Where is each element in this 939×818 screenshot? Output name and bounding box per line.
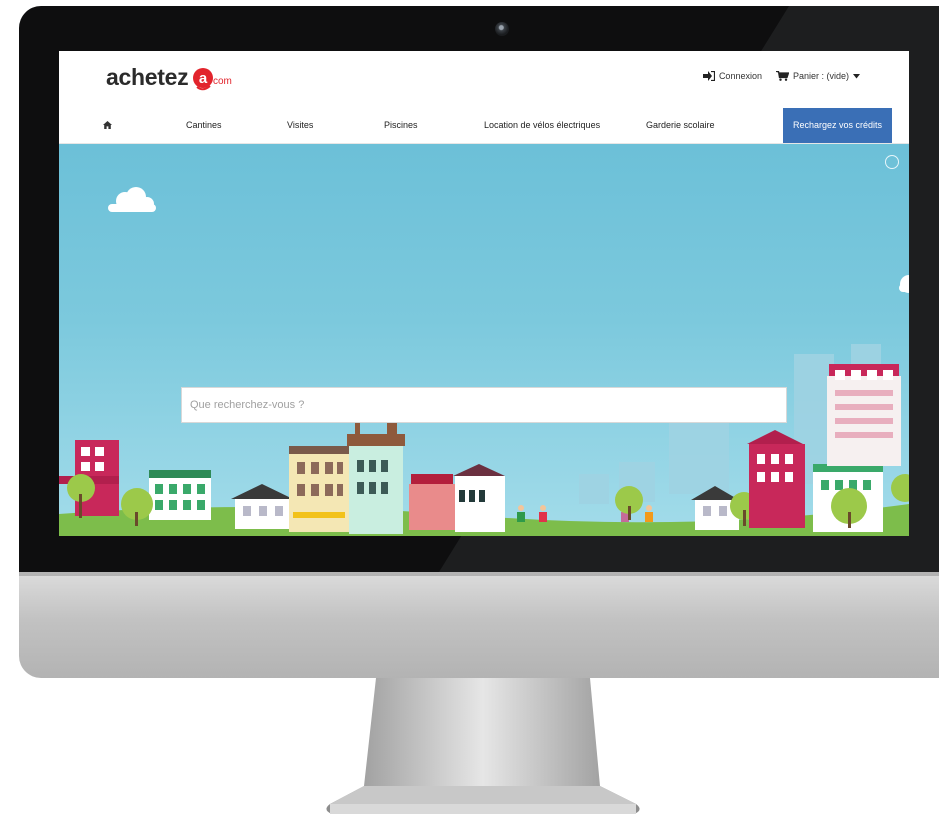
chevron-down-icon <box>853 73 860 78</box>
login-label: Connexion <box>718 71 762 81</box>
nav-item-cantines[interactable]: Cantines <box>186 108 222 143</box>
browser-screen: achetez a com Connexion Panier: (vide) … <box>59 51 909 536</box>
site-logo[interactable]: achetez <box>106 64 189 91</box>
recharge-credits-button[interactable]: Rechargez vos crédits <box>783 108 893 143</box>
logo-mark-icon: a com <box>193 68 232 91</box>
svg-text:a: a <box>199 70 208 87</box>
account-bar: Connexion Panier : (vide) <box>702 71 860 81</box>
hero-banner <box>59 144 909 536</box>
home-icon <box>103 121 112 129</box>
nav-item-visites[interactable]: Visites <box>287 108 313 143</box>
nav-item-piscines[interactable]: Piscines <box>384 108 418 143</box>
nav-item-garderie[interactable]: Garderie scolaire <box>646 108 715 143</box>
slider-dot[interactable] <box>885 155 899 169</box>
logo-text: achetez <box>106 64 189 90</box>
nav-item-location-velos[interactable]: Location de vélos électriques <box>484 108 600 143</box>
logo-accent-text: com <box>213 76 232 87</box>
cart-icon <box>775 71 789 81</box>
sign-in-icon <box>702 71 715 81</box>
chin-shadow <box>19 572 939 576</box>
main-nav: Cantines Visites Piscines Location de vé… <box>59 108 909 144</box>
cart-link[interactable]: Panier : (vide) <box>775 71 860 81</box>
cloud-icon <box>108 187 156 212</box>
monitor-stand <box>326 678 640 814</box>
cart-label: Panier : (vide) <box>792 71 849 81</box>
site-header: achetez a com Connexion Panier: (vide) <box>59 51 909 107</box>
webcam-icon <box>495 22 509 36</box>
nav-home[interactable] <box>103 108 112 143</box>
search-input[interactable] <box>181 387 787 423</box>
city-illustration <box>59 187 909 536</box>
login-link[interactable]: Connexion <box>702 71 762 81</box>
monitor-chin <box>19 572 939 678</box>
